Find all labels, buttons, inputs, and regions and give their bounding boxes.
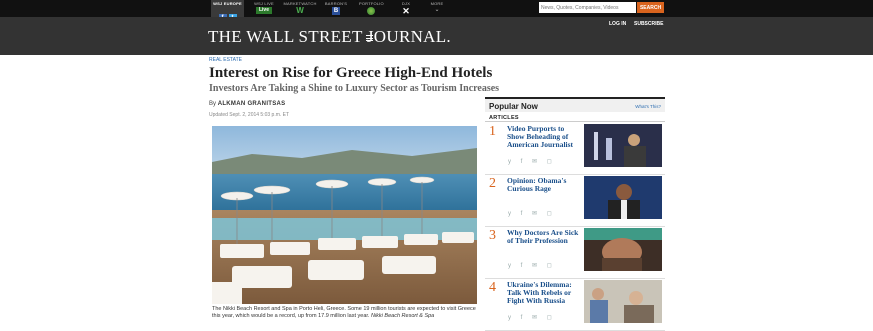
popular-item[interactable]: 4 Ukraine's Dilemma: Talk With Rebels or…: [485, 279, 665, 331]
popular-item-rank: 4: [489, 280, 496, 295]
updated-timestamp: Updated Sept. 2, 2014 5:03 p.m. ET: [209, 112, 290, 118]
nav-more-label: MORE: [430, 1, 444, 6]
wsj-logo[interactable]: THE WALL STREET JOURNAL.: [208, 27, 451, 47]
popular-item-rank: 3: [489, 228, 496, 243]
popular-item-thumbnail[interactable]: [584, 176, 662, 219]
popular-item[interactable]: 2 Opinion: Obama's Curious Rage y f ✉ ◻: [485, 175, 665, 227]
popular-now-title: Popular Now: [489, 102, 538, 111]
image-caption: The Nikki Beach Resort and Spa in Porto …: [212, 306, 480, 320]
portfolio-icon: [367, 7, 375, 15]
popular-item[interactable]: 3 Why Doctors Are Sick of Their Professi…: [485, 227, 665, 279]
article-subhead: Investors Are Taking a Shine to Luxury S…: [209, 83, 500, 94]
nav-wsj-live-label: WSJ LIVE: [254, 1, 274, 6]
nav-more[interactable]: MORE ⌄: [428, 0, 446, 17]
whats-this-link[interactable]: What's This?: [635, 104, 661, 109]
search-button[interactable]: SEARCH: [637, 2, 664, 13]
popular-item[interactable]: 1 Video Purports to Show Beheading of Am…: [485, 123, 665, 175]
barrons-icon: B: [332, 7, 340, 15]
popular-item-link[interactable]: Video Purports to Show Beheading of Amer…: [507, 125, 582, 149]
hero-image: [212, 126, 477, 304]
close-icon: ✕: [402, 6, 410, 16]
share-icons[interactable]: y f ✉ ◻: [508, 262, 556, 269]
wsj-live-icon: Live: [256, 7, 272, 14]
share-icons[interactable]: y f ✉ ◻: [508, 158, 556, 165]
nav-portfolio-label: PORTFOLIO: [359, 1, 384, 6]
popular-item-link[interactable]: Opinion: Obama's Curious Rage: [507, 177, 582, 193]
top-nav-bar: WSJ EUROPE ft WSJ LIVE Live MARKETWATCH …: [0, 0, 873, 22]
nav-wsj-live[interactable]: WSJ LIVE Live: [252, 0, 276, 17]
popular-item-rank: 1: [489, 124, 496, 139]
nav-wsj-europe[interactable]: WSJ EUROPE ft: [211, 0, 244, 22]
caption-text: The Nikki Beach Resort and Spa in Porto …: [212, 306, 476, 319]
nav-barrons[interactable]: BARRON'S B: [323, 0, 349, 17]
nav-djx[interactable]: DJX ✕: [395, 0, 417, 17]
search-input[interactable]: [539, 2, 636, 13]
popular-item-link[interactable]: Ukraine's Dilemma: Talk With Rebels or F…: [507, 281, 582, 305]
marketwatch-icon: W: [296, 6, 304, 15]
popular-item-thumbnail[interactable]: [584, 228, 662, 271]
login-link[interactable]: LOG IN: [609, 21, 626, 27]
author-link[interactable]: ALKMAN GRANITSAS: [218, 101, 286, 107]
share-icons[interactable]: y f ✉ ◻: [508, 210, 556, 217]
article-headline: Interest on Rise for Greece High-End Hot…: [209, 65, 493, 81]
nav-marketwatch[interactable]: MARKETWATCH W: [283, 0, 317, 17]
nav-barrons-label: BARRON'S: [324, 1, 348, 6]
menu-icon[interactable]: [366, 35, 373, 41]
byline-prefix: By: [209, 101, 217, 107]
popular-now-header: Popular Now What's This?: [485, 97, 665, 112]
nav-wsj-europe-label: WSJ EUROPE: [213, 1, 242, 6]
masthead: THE WALL STREET JOURNAL. LOG IN SUBSCRIB…: [0, 17, 873, 55]
popular-item-link[interactable]: Why Doctors Are Sick of Their Profession: [507, 229, 582, 245]
tab-divider: [485, 121, 665, 122]
byline: By ALKMAN GRANITSAS: [209, 101, 285, 107]
popular-item-thumbnail[interactable]: [584, 124, 662, 167]
popular-item-rank: 2: [489, 176, 496, 191]
nav-portfolio[interactable]: PORTFOLIO: [359, 0, 384, 17]
popular-item-thumbnail[interactable]: [584, 280, 662, 323]
chevron-down-icon: ⌄: [434, 7, 440, 13]
popular-now-panel: Popular Now What's This? ARTICLES 1 Vide…: [485, 97, 665, 331]
caption-credit: Nikki Beach Resort & Spa: [370, 313, 435, 319]
article-kicker[interactable]: REAL ESTATE: [209, 57, 242, 63]
subscribe-link[interactable]: SUBSCRIBE: [634, 21, 663, 27]
